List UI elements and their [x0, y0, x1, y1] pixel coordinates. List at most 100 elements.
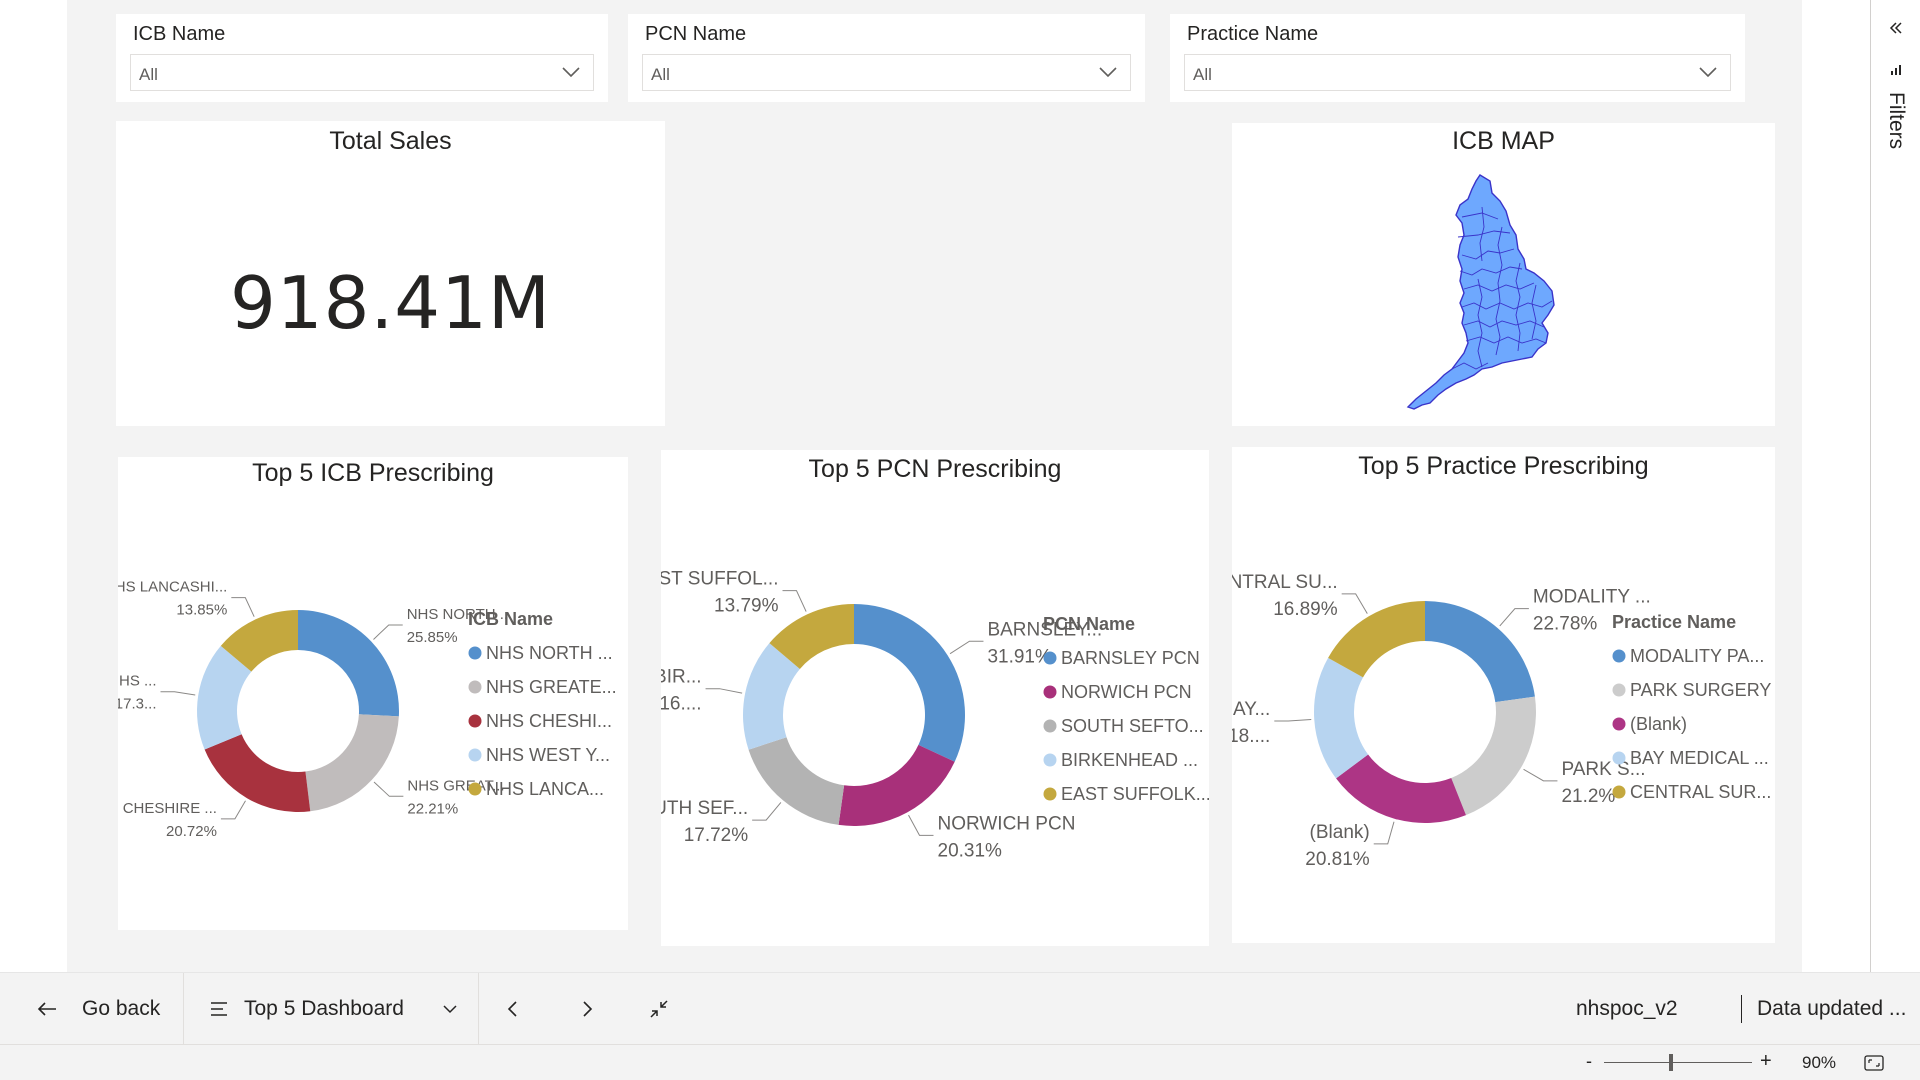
zoom-slider-thumb[interactable]: [1668, 1054, 1673, 1071]
slice-label: MODALITY ...: [1533, 587, 1651, 608]
legend-item[interactable]: BIRKENHEAD ...: [1061, 750, 1198, 770]
slicer-pcn-name: PCN Name All: [628, 14, 1145, 102]
legend-item[interactable]: NHS WEST Y...: [486, 745, 610, 765]
icb-map-visual[interactable]: ICB MAP: [1232, 123, 1775, 426]
slice-percent: 20.81%: [1305, 849, 1370, 870]
pcn-name-dropdown[interactable]: All: [642, 54, 1131, 91]
legend-title: PCN Name: [1043, 614, 1135, 634]
legend-item[interactable]: NHS CHESHI...: [486, 711, 612, 731]
practice-name-dropdown[interactable]: All: [1184, 54, 1731, 91]
top5-pcn-chart[interactable]: Top 5 PCN Prescribing BARNSLEY... 31.91% N…: [661, 450, 1209, 946]
legend-item[interactable]: PARK SURGERY: [1630, 680, 1771, 700]
slice-percent: 25.85%: [407, 629, 458, 646]
total-sales-card[interactable]: Total Sales 918.41M: [116, 121, 665, 426]
donut-slice[interactable]: [1314, 657, 1369, 779]
legend-marker: [1612, 751, 1626, 765]
legend-marker: [1043, 787, 1057, 801]
leader-line: [1499, 608, 1529, 627]
report-name: nhspoc_v2: [1576, 997, 1678, 1020]
slice-label: BAY...: [1232, 699, 1270, 720]
legend-marker: [1612, 649, 1626, 663]
legend-item[interactable]: MODALITY PA...: [1630, 646, 1764, 666]
map-title: ICB MAP: [1452, 127, 1555, 155]
legend-marker: [468, 748, 482, 762]
leader-line: [752, 802, 782, 821]
legend-item[interactable]: BAY MEDICAL ...: [1630, 748, 1769, 768]
total-sales-value: 918.41M: [229, 261, 552, 345]
donut-slice[interactable]: [204, 734, 311, 812]
legend-item[interactable]: EAST SUFFOLK...: [1061, 784, 1209, 804]
slice-percent: 22.21%: [407, 800, 458, 817]
fit-to-page-icon[interactable]: [1864, 1055, 1884, 1071]
slice-label: NORWICH PCN: [938, 813, 1076, 834]
legend-item[interactable]: NORWICH PCN: [1061, 682, 1192, 702]
slice-label: CENTRAL SU...: [1232, 572, 1338, 593]
bottom-nav-bar: Go back Top 5 Dashboard nhspoc_v2 Data u…: [0, 972, 1920, 1045]
donut-slice[interactable]: [1328, 601, 1425, 678]
icb-name-dropdown[interactable]: All: [130, 54, 594, 91]
go-back-button[interactable]: Go back: [36, 973, 160, 1045]
slice-percent: 31.91%: [987, 646, 1052, 667]
donut-slice[interactable]: [748, 737, 845, 825]
previous-page-button[interactable]: [506, 973, 520, 1045]
donut-chart-icb[interactable]: NHS NORTH ...25.85%NHS GREAT...22.21%NHS…: [118, 457, 628, 930]
zoom-out-button[interactable]: -: [1586, 1051, 1592, 1072]
filters-pane[interactable]: Filters: [1870, 0, 1920, 972]
legend-marker: [1612, 717, 1626, 731]
legend-item[interactable]: CENTRAL SUR...: [1630, 782, 1771, 802]
slicer-value: All: [139, 65, 158, 84]
chevron-down-icon: [562, 67, 580, 78]
leader-line: [231, 597, 255, 617]
england-map[interactable]: [1402, 173, 1602, 423]
legend-marker: [1043, 685, 1057, 699]
legend-item[interactable]: NHS LANCA...: [486, 779, 604, 799]
donut-chart-practice[interactable]: MODALITY ...22.78%PARK S...21.2%(Blank)2…: [1232, 447, 1775, 943]
zoom-in-button[interactable]: +: [1760, 1050, 1772, 1073]
back-arrow-icon: [37, 1002, 56, 1016]
legend-marker: [468, 782, 482, 796]
fit-page-button[interactable]: [648, 973, 670, 1045]
zoom-slider-track[interactable]: [1604, 1062, 1752, 1063]
legend-title: ICB Name: [468, 609, 553, 629]
slicer-value: All: [651, 65, 670, 84]
donut-slice[interactable]: [854, 604, 965, 762]
leader-line: [1274, 719, 1312, 722]
legend-marker: [1612, 683, 1626, 697]
donut-slice[interactable]: [305, 714, 399, 812]
legend-marker: [468, 646, 482, 660]
leader-line: [1341, 593, 1368, 614]
leader-line: [373, 624, 403, 640]
leader-line: [782, 590, 807, 612]
page-selector[interactable]: Top 5 Dashboard: [210, 973, 458, 1045]
page-name: Top 5 Dashboard: [244, 997, 404, 1020]
filter-icon: [1891, 65, 1901, 75]
legend-item[interactable]: NHS GREATE...: [486, 677, 617, 697]
divider: [183, 973, 184, 1045]
legend-marker: [1043, 651, 1057, 665]
chevron-right-icon: [583, 1001, 593, 1017]
donut-slice[interactable]: [1425, 601, 1535, 703]
filters-label[interactable]: Filters: [1884, 92, 1908, 149]
donut-slice[interactable]: [1451, 696, 1536, 816]
leader-line: [908, 814, 934, 836]
collapse-icon[interactable]: [1888, 20, 1904, 36]
slice-percent: 20.72%: [166, 823, 217, 840]
top5-icb-chart[interactable]: Top 5 ICB Prescribing NHS NORTH ... 25.85…: [118, 457, 628, 930]
legend-item[interactable]: NHS NORTH ...: [486, 643, 613, 663]
slice-percent: 18....: [1232, 726, 1270, 747]
slicer-title: PCN Name: [645, 23, 747, 45]
donut-slice[interactable]: [298, 610, 399, 717]
slice-label: BIR...: [661, 667, 702, 688]
slice-label: EAST SUFFOL...: [661, 569, 778, 590]
slice-percent: 17.3...: [118, 696, 156, 713]
next-page-button[interactable]: [580, 973, 594, 1045]
donut-chart-pcn[interactable]: BARNSLEY...31.91%NORWICH PCN20.31%SOUTH …: [661, 450, 1209, 946]
slice-label: NHS CHESHIRE ...: [118, 800, 217, 817]
top5-practice-chart[interactable]: Top 5 Practice Prescribing MODALITY ... 2…: [1232, 447, 1775, 943]
data-updated-link[interactable]: Data updated ...: [1757, 973, 1906, 1045]
legend-item[interactable]: SOUTH SEFTO...: [1061, 716, 1204, 736]
donut-slice[interactable]: [1336, 754, 1466, 823]
legend-item[interactable]: BARNSLEY PCN: [1061, 648, 1200, 668]
legend-item[interactable]: (Blank): [1630, 714, 1687, 734]
leader-line: [220, 800, 246, 820]
